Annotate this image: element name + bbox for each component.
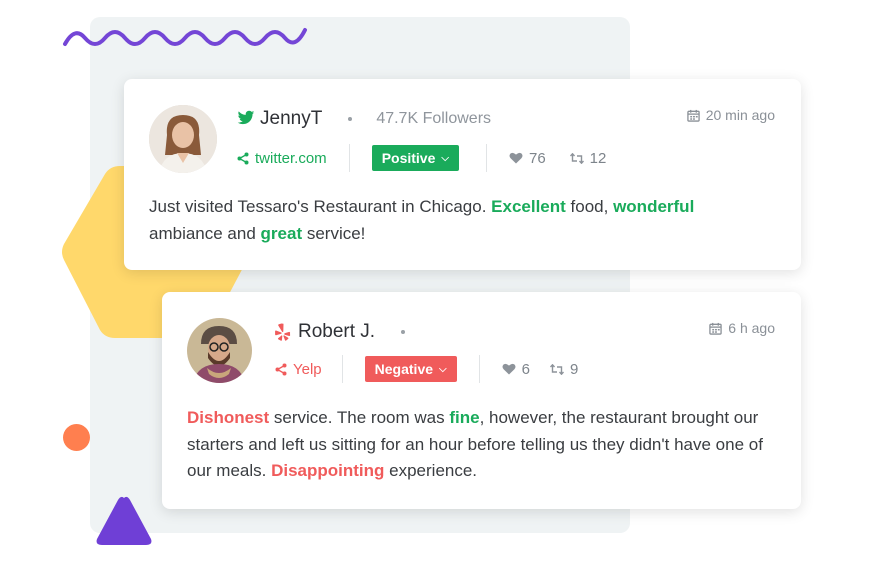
sentiment-label: Positive [381, 150, 436, 166]
sentiment-dropdown[interactable]: Positive ⌵ [371, 145, 459, 171]
yelp-icon [275, 323, 293, 341]
sentiment-dropdown[interactable]: Negative ⌵ [364, 356, 457, 382]
positive-keyword: wonderful [613, 197, 695, 216]
triangle-decoration [96, 496, 152, 545]
retweet-count: 12 [589, 149, 607, 167]
divider [348, 144, 350, 172]
likes[interactable]: 76 [509, 150, 546, 167]
post-time: 6 h ago [709, 320, 775, 336]
time-label: 20 min ago [705, 107, 775, 123]
post-card-jennyt: JennyT 47.7K Followers 20 min ago twitte… [124, 79, 801, 270]
author-row: Robert J. [275, 320, 429, 344]
separator-dot [401, 330, 406, 334]
text-segment: service! [302, 223, 366, 243]
retweet-icon [569, 152, 584, 164]
chevron-down-icon: ⌵ [439, 363, 447, 375]
heart-icon [502, 363, 516, 375]
author-name[interactable]: JennyT [260, 108, 322, 130]
positive-keyword: fine [449, 408, 480, 427]
like-count: 76 [528, 149, 546, 167]
follower-count: 47.7K Followers [376, 110, 492, 127]
divider [485, 144, 487, 172]
source-label: twitter.com [255, 149, 327, 167]
squiggle-decoration [63, 28, 307, 46]
time-label: 6 h ago [728, 320, 775, 336]
calendar-icon [686, 109, 700, 122]
heart-icon [509, 152, 523, 164]
chevron-down-icon: ⌵ [441, 152, 449, 164]
post-text: Just visited Tessaro's Restaurant in Chi… [149, 194, 749, 247]
like-count: 6 [521, 360, 530, 378]
text-segment: food, [565, 197, 614, 216]
avatar[interactable] [187, 318, 252, 383]
likes[interactable]: 6 [502, 361, 530, 378]
meta-row: twitter.com Positive ⌵ 76 12 [237, 144, 607, 172]
separator-dot [348, 117, 353, 121]
source-link[interactable]: Yelp [275, 361, 322, 378]
text-segment: Just visited Tessaro's Restaurant in Chi… [149, 197, 492, 216]
retweet-icon [549, 363, 564, 375]
retweets[interactable]: 9 [549, 360, 579, 378]
divider [478, 355, 480, 383]
source-label: Yelp [293, 360, 322, 378]
post-card-robertj: Robert J. 6 h ago Yelp Negative ⌵ 6 9 Di… [162, 292, 801, 509]
meta-row: Yelp Negative ⌵ 6 9 [275, 355, 579, 383]
negative-keyword: Dishonest [187, 408, 270, 427]
avatar[interactable] [149, 105, 217, 173]
text-segment: ambiance and [149, 223, 261, 243]
dot-decoration [63, 424, 90, 451]
retweet-count: 9 [569, 360, 579, 378]
author-name[interactable]: Robert J. [298, 321, 375, 343]
negative-keyword: Disappointing [271, 461, 385, 480]
positive-keyword: Excellent [491, 197, 566, 216]
positive-keyword: great [260, 223, 303, 243]
post-time: 20 min ago [686, 107, 775, 123]
share-icon [237, 152, 249, 164]
author-row: JennyT 47.7K Followers [237, 107, 491, 131]
calendar-icon [709, 322, 723, 335]
text-segment: experience. [384, 461, 478, 480]
sentiment-label: Negative [374, 361, 434, 377]
source-link[interactable]: twitter.com [237, 150, 327, 167]
divider [341, 355, 343, 383]
post-text: Dishonest service. The room was fine, ho… [187, 405, 787, 485]
text-segment: service. The room was [269, 408, 450, 427]
retweets[interactable]: 12 [569, 149, 607, 167]
share-icon [275, 363, 287, 375]
twitter-icon [237, 110, 255, 128]
